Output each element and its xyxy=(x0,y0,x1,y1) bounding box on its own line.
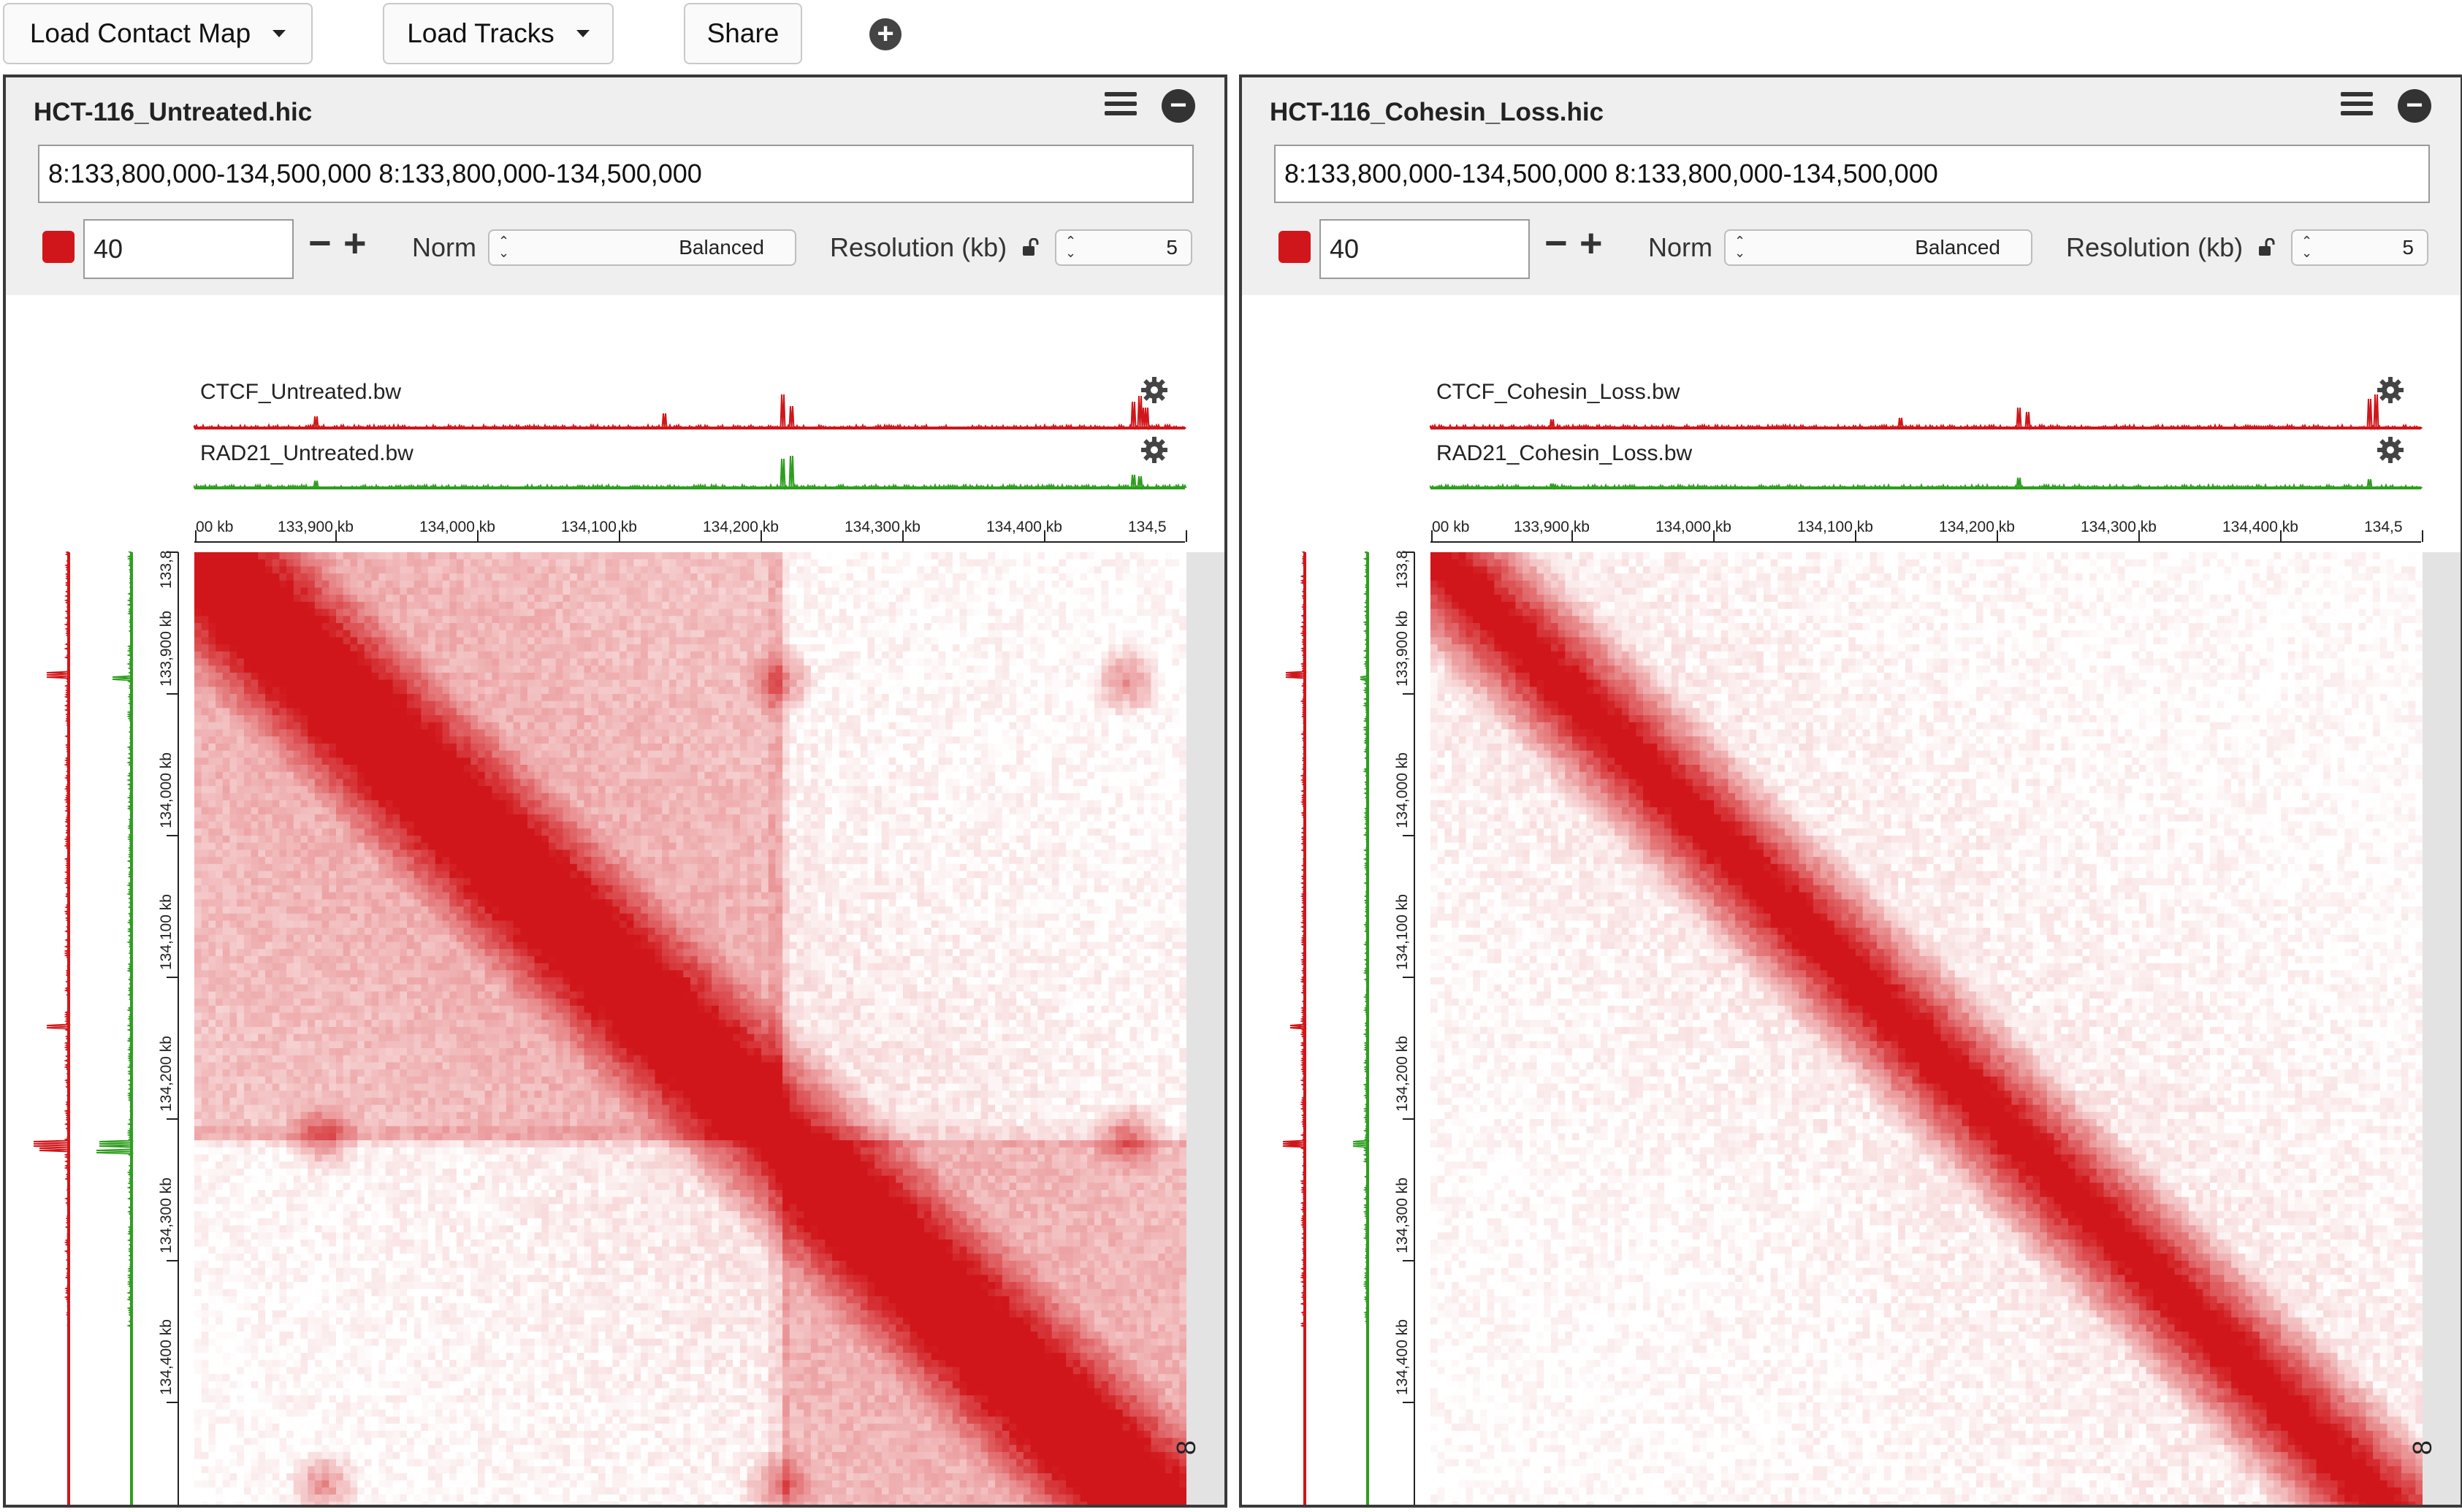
norm-select[interactable]: ⌃ ⌄ Balanced xyxy=(1724,229,2032,266)
decrease-range-icon[interactable]: − xyxy=(1544,221,1568,266)
y-axis-tick-label: 134,300 kb xyxy=(1394,1177,1411,1253)
x-axis-tick-label: 134,200 kb xyxy=(1939,519,2015,535)
select-arrows-icon: ⌃ ⌄ xyxy=(1734,235,1745,259)
chromosome-label-vertical: 8 xyxy=(2407,1440,2437,1455)
close-browser-icon[interactable]: − xyxy=(2398,89,2431,123)
map-title: HCT-116_Untreated.hic xyxy=(34,98,312,127)
x-axis-tick-label: 134,300 kb xyxy=(845,519,921,535)
x-axis-tick-label: 134,000 kb xyxy=(1655,519,1731,535)
y-axis-tick-label: 134,100 kb xyxy=(1394,894,1411,970)
track-name-red: CTCF_Cohesin_Loss.bw xyxy=(1436,380,1680,405)
color-range-input[interactable]: 40 xyxy=(1319,219,1530,279)
y-axis-tick-label: 134,200 kb xyxy=(158,1036,175,1112)
contact-heatmap xyxy=(194,552,1187,1505)
contact-map-svg: 00 kb 133,900 kb 134,000 kb 134,100 kb 134,2… xyxy=(6,295,1224,1505)
gear-icon[interactable] xyxy=(2376,375,2405,405)
y-axis-tick-label: 133,900 kb xyxy=(158,611,175,687)
y-axis-tick-label: 133,8 xyxy=(158,550,175,589)
color-swatch[interactable] xyxy=(1278,231,1311,263)
select-arrows-icon: ⌃ ⌄ xyxy=(1065,235,1076,259)
locus-input[interactable]: 8:133,800,000-134,500,000 8:133,800,000-… xyxy=(1274,145,2430,203)
gear-icon[interactable] xyxy=(1140,435,1169,465)
locus-input[interactable]: 8:133,800,000-134,500,000 8:133,800,000-… xyxy=(38,145,1194,203)
vertical-signal-track xyxy=(34,552,69,1327)
chevron-down-icon xyxy=(273,30,286,37)
gear-icon[interactable] xyxy=(1140,375,1169,405)
vertical-signal-track xyxy=(96,552,132,1327)
x-axis-tick-label: 134,100 kb xyxy=(561,519,637,535)
x-axis-tick-label: 134,100 kb xyxy=(1797,519,1873,535)
load-contact-map-button[interactable]: Load Contact Map xyxy=(3,3,313,64)
track-area: 00 kb 133,900 kb 134,000 kb 134,100 kb 134,2… xyxy=(6,295,1224,1505)
norm-select[interactable]: ⌃ ⌄ Balanced xyxy=(488,229,796,266)
signal-track-rad21 xyxy=(1430,478,2423,488)
norm-label: Norm xyxy=(1648,232,1712,263)
resolution-select[interactable]: ⌃ ⌄ 5 xyxy=(2291,229,2428,266)
increase-range-icon[interactable]: + xyxy=(1579,221,1603,266)
x-axis-tick-label: 134,300 kb xyxy=(2081,519,2157,535)
y-axis-tick-label: 134,000 kb xyxy=(1394,752,1411,828)
select-arrows-icon: ⌃ ⌄ xyxy=(2301,235,2312,259)
resolution-value: 5 xyxy=(2402,236,2414,259)
unlock-icon[interactable] xyxy=(1021,238,1040,257)
x-axis-tick-label: 134,5 xyxy=(2364,519,2403,535)
resolution-label: Resolution (kb) xyxy=(2066,232,2243,263)
track-name-green: RAD21_Cohesin_Loss.bw xyxy=(1436,441,1692,466)
x-axis-tick-label: 133,900 kb xyxy=(1514,519,1590,535)
norm-value: Balanced xyxy=(679,236,764,259)
menu-icon[interactable] xyxy=(2341,92,2373,120)
decrease-range-icon[interactable]: − xyxy=(308,221,332,266)
norm-value: Balanced xyxy=(1915,236,2000,259)
x-axis-tick-label: 00 kb xyxy=(196,519,233,535)
color-swatch[interactable] xyxy=(42,231,75,263)
load-tracks-button[interactable]: Load Tracks xyxy=(383,3,614,64)
contact-map-svg: 00 kb 133,900 kb 134,000 kb 134,100 kb 134,2… xyxy=(1242,295,2461,1505)
x-axis-tick-label: 134,200 kb xyxy=(703,519,779,535)
track-name-red: CTCF_Untreated.bw xyxy=(200,380,401,405)
unlock-icon[interactable] xyxy=(2257,238,2276,257)
gear-icon[interactable] xyxy=(2376,435,2405,465)
y-axis-tick-label: 133,900 kb xyxy=(1394,611,1411,687)
chevron-down-icon xyxy=(576,30,590,37)
increase-range-icon[interactable]: + xyxy=(343,221,367,266)
hic-browser-panel-cohesin-loss: HCT-116_Cohesin_Loss.hic − 8:133,800,000… xyxy=(1239,75,2462,1508)
load-tracks-label: Load Tracks xyxy=(407,18,554,49)
y-axis-tick-label: 134,300 kb xyxy=(158,1177,175,1253)
y-axis-tick-label: 134,000 kb xyxy=(158,752,175,828)
x-axis-tick-label: 00 kb xyxy=(1432,519,1469,535)
close-browser-icon[interactable]: − xyxy=(1162,89,1195,123)
x-axis-tick-label: 134,400 kb xyxy=(2222,519,2298,535)
vertical-signal-track xyxy=(1283,552,1305,1327)
hic-browser-panel-untreated: HCT-116_Untreated.hic − 8:133,800,000-13… xyxy=(3,75,1227,1508)
contact-heatmap xyxy=(1430,552,2423,1505)
chromosome-label-vertical: 8 xyxy=(1171,1440,1201,1455)
resolution-select[interactable]: ⌃ ⌄ 5 xyxy=(1055,229,1192,266)
track-area: 00 kb 133,900 kb 134,000 kb 134,100 kb 134,2… xyxy=(1242,295,2461,1505)
color-range-input[interactable]: 40 xyxy=(83,219,294,279)
y-axis-tick-label: 134,100 kb xyxy=(158,894,175,970)
norm-label: Norm xyxy=(412,232,476,263)
x-axis-tick-label: 134,5 xyxy=(1128,519,1167,535)
x-axis-tick-label: 134,000 kb xyxy=(419,519,495,535)
y-axis-tick-label: 133,8 xyxy=(1394,550,1411,589)
y-axis-tick-label: 134,400 kb xyxy=(1394,1319,1411,1395)
menu-icon[interactable] xyxy=(1105,92,1137,120)
track-name-green: RAD21_Untreated.bw xyxy=(200,441,413,466)
select-arrows-icon: ⌃ ⌄ xyxy=(498,235,509,259)
resolution-value: 5 xyxy=(1166,236,1178,259)
y-axis-tick-label: 134,200 kb xyxy=(1394,1036,1411,1112)
vertical-signal-track xyxy=(1353,552,1368,1327)
load-contact-map-label: Load Contact Map xyxy=(30,18,251,49)
x-axis-tick-label: 133,900 kb xyxy=(278,519,354,535)
y-axis-tick-label: 134,400 kb xyxy=(158,1319,175,1395)
add-browser-icon[interactable]: + xyxy=(869,18,902,50)
share-button[interactable]: Share xyxy=(684,3,802,64)
map-title: HCT-116_Cohesin_Loss.hic xyxy=(1270,98,1604,127)
x-axis-tick-label: 134,400 kb xyxy=(986,519,1062,535)
share-label: Share xyxy=(707,18,780,49)
resolution-label: Resolution (kb) xyxy=(830,232,1007,263)
